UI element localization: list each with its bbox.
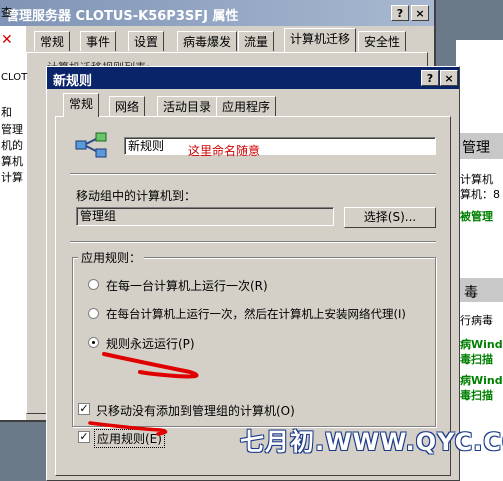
tab-general[interactable]: 常规 xyxy=(63,93,100,117)
underline-stroke-apply-rule xyxy=(88,421,168,436)
underline-stroke-run-always xyxy=(102,352,199,379)
watermark-logo: 七月初.WWW.QYC.CC xyxy=(240,428,503,456)
red-annotation-strokes xyxy=(88,352,199,436)
